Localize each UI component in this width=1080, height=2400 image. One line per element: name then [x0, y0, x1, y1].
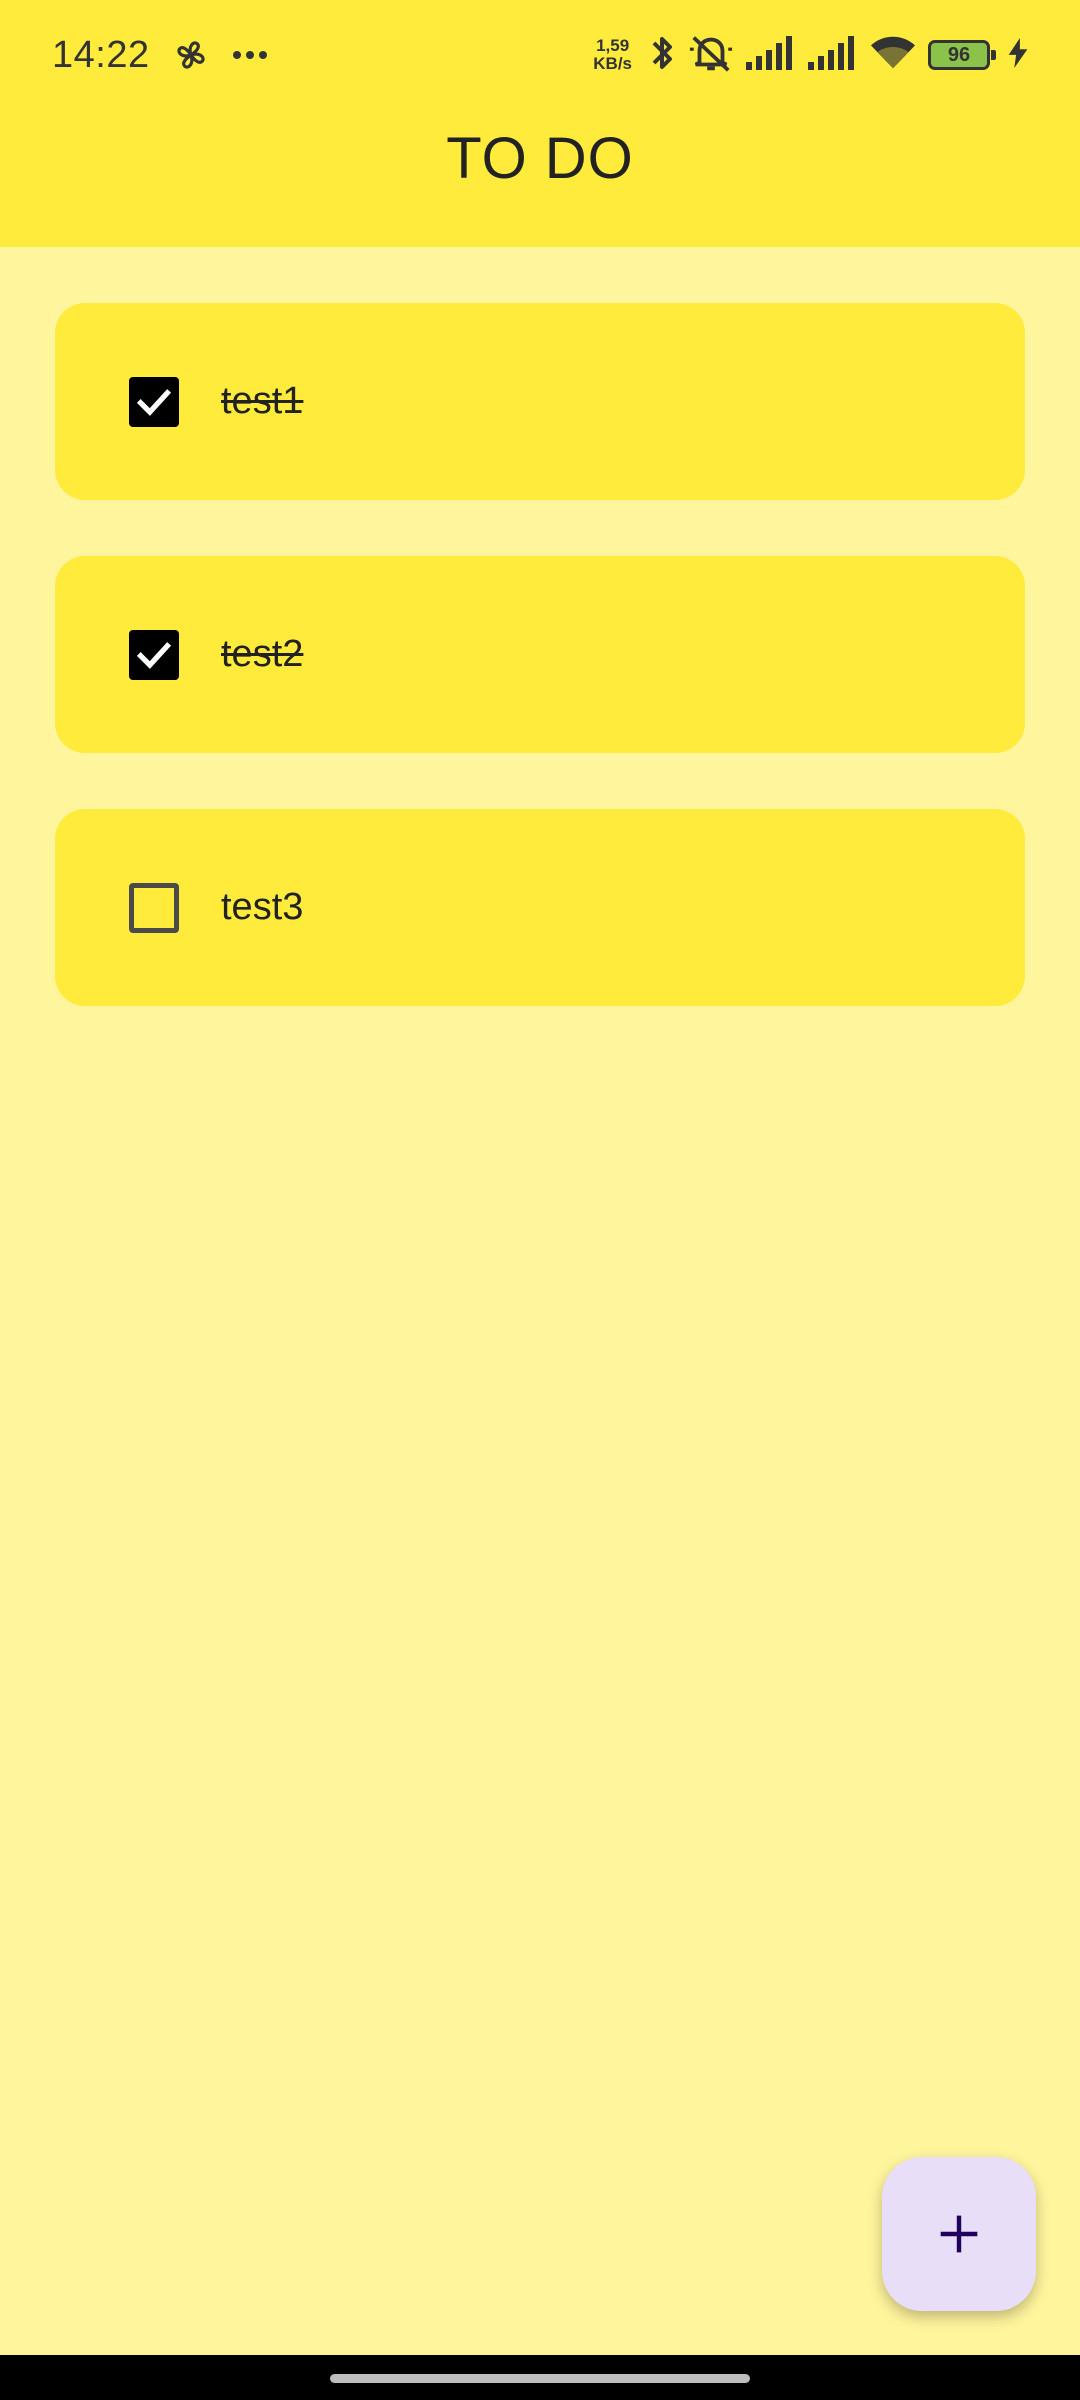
task-checkbox[interactable]: [129, 376, 179, 427]
plus-icon: [940, 2215, 978, 2253]
net-speed-unit: KB/s: [593, 54, 632, 73]
task-checkbox[interactable]: [129, 629, 179, 680]
task-card[interactable]: test1: [55, 303, 1025, 500]
muted-bell-icon: [688, 33, 734, 78]
app-bar: 14:22 1,59 KB/s 96 TO DO: [0, 0, 1080, 247]
task-card[interactable]: test3: [55, 809, 1025, 1006]
wifi-icon: [870, 35, 916, 76]
task-label: test3: [221, 886, 304, 928]
fan-icon: [172, 36, 210, 74]
system-nav-bar: [0, 2355, 1080, 2400]
checkmark-icon: [136, 641, 172, 669]
signal-icon: [808, 35, 858, 75]
gesture-handle[interactable]: [330, 2374, 750, 2383]
checkmark-icon: [136, 388, 172, 416]
add-task-button[interactable]: [882, 2157, 1036, 2311]
status-bar: 14:22 1,59 KB/s 96: [0, 0, 1080, 110]
status-time: 14:22: [52, 33, 150, 76]
bluetooth-icon: [648, 33, 676, 78]
more-dots-icon: [232, 50, 268, 60]
task-card[interactable]: test2: [55, 556, 1025, 753]
task-label: test1: [221, 380, 304, 422]
battery-level: 96: [947, 43, 971, 66]
battery-icon: 96: [928, 40, 996, 70]
net-speed: 1,59 KB/s: [593, 37, 632, 73]
task-checkbox[interactable]: [129, 882, 179, 933]
task-list: test1 test2 test3: [55, 303, 1025, 1062]
signal-icon: [746, 35, 796, 75]
task-label: test2: [221, 633, 304, 675]
net-speed-value: 1,59: [596, 36, 630, 55]
page-title: TO DO: [446, 126, 634, 191]
charging-icon: [1008, 37, 1028, 73]
